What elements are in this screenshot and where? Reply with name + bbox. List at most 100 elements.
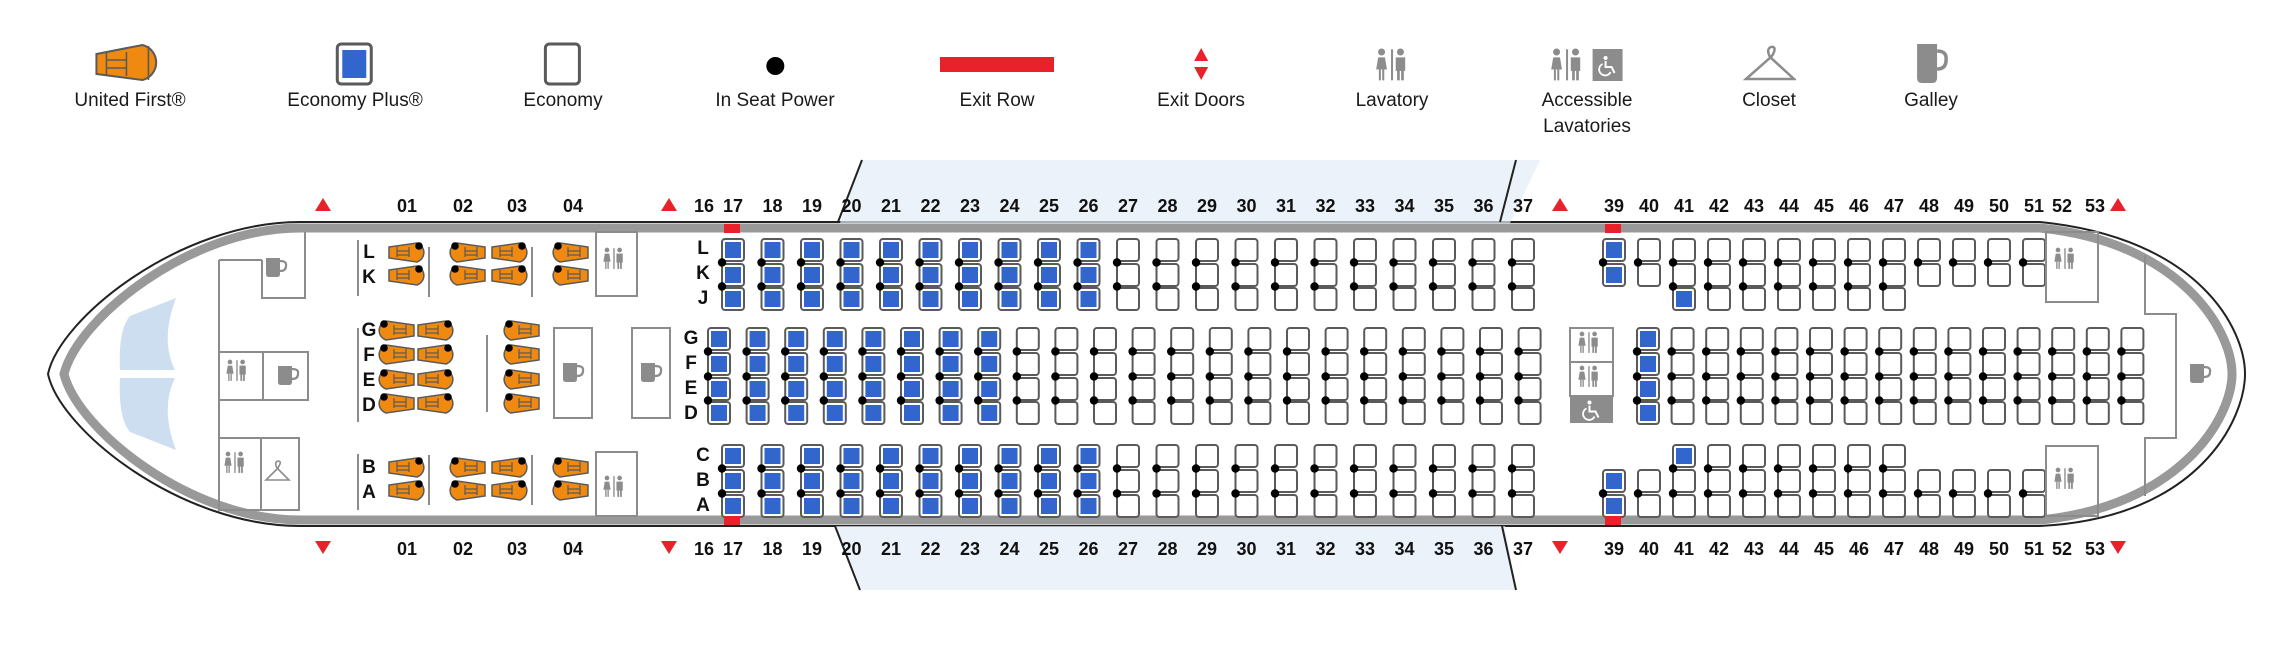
seat-37A[interactable] xyxy=(1511,494,1535,518)
seat-18A[interactable] xyxy=(760,494,785,518)
seat-35A[interactable] xyxy=(1432,494,1456,518)
seat-29C[interactable] xyxy=(1195,444,1219,468)
seat-27A[interactable] xyxy=(1116,494,1140,518)
seat-34G[interactable] xyxy=(1401,327,1426,351)
seat-25C[interactable] xyxy=(1037,444,1061,468)
seat-27E[interactable] xyxy=(1131,377,1156,401)
seat-20F[interactable] xyxy=(861,352,886,376)
seat-24E[interactable] xyxy=(1015,377,1040,401)
seat-34A[interactable] xyxy=(1392,494,1417,518)
seat-40E[interactable] xyxy=(1670,377,1695,401)
seat-53D[interactable] xyxy=(2120,401,2145,425)
seat-26L[interactable] xyxy=(1076,238,1101,262)
seat-26K[interactable] xyxy=(1076,263,1101,287)
seat-23J[interactable] xyxy=(958,287,982,311)
seat-45D[interactable] xyxy=(1843,401,1868,425)
seat-41J[interactable] xyxy=(1672,287,1696,311)
seat-28A[interactable] xyxy=(1155,494,1180,518)
seat-53G[interactable] xyxy=(2120,327,2145,351)
seat-31C[interactable] xyxy=(1274,444,1298,468)
seat-49K[interactable] xyxy=(1952,263,1976,287)
seat-31K[interactable] xyxy=(1274,263,1298,287)
seat-41G[interactable] xyxy=(1705,327,1730,351)
seat-33F[interactable] xyxy=(1363,352,1388,376)
seat-48E[interactable] xyxy=(1947,377,1972,401)
seat-35F[interactable] xyxy=(1440,352,1465,376)
seat-23E[interactable] xyxy=(977,377,1002,401)
seat-32E[interactable] xyxy=(1324,377,1349,401)
seat-29L[interactable] xyxy=(1195,238,1219,262)
seat-17J[interactable] xyxy=(721,287,745,311)
seat-25L[interactable] xyxy=(1037,238,1061,262)
seat-45F[interactable] xyxy=(1843,352,1868,376)
seat-25A[interactable] xyxy=(1037,494,1061,518)
seat-39K[interactable] xyxy=(1602,263,1626,287)
seat-16G[interactable] xyxy=(707,327,731,351)
seat-52D[interactable] xyxy=(2085,401,2110,425)
seat-22G[interactable] xyxy=(938,327,963,351)
seat-50A[interactable] xyxy=(1987,494,2011,518)
seat-31F[interactable] xyxy=(1286,352,1310,376)
seat-31L[interactable] xyxy=(1274,238,1298,262)
seat-32A[interactable] xyxy=(1313,494,1338,518)
seat-27L[interactable] xyxy=(1116,238,1140,262)
seat-36B[interactable] xyxy=(1471,469,1496,493)
seat-32C[interactable] xyxy=(1313,444,1338,468)
seat-50E[interactable] xyxy=(2016,377,2041,401)
seat-30A[interactable] xyxy=(1234,494,1259,518)
seat-44C[interactable] xyxy=(1777,444,1801,468)
seat-49D[interactable] xyxy=(1982,401,2006,425)
seat-25D[interactable] xyxy=(1054,401,1079,425)
seat-52F[interactable] xyxy=(2085,352,2110,376)
seat-26A[interactable] xyxy=(1076,494,1101,518)
seat-49F[interactable] xyxy=(1982,352,2006,376)
seat-42F[interactable] xyxy=(1739,352,1764,376)
seat-50L[interactable] xyxy=(1987,238,2011,262)
seat-22L[interactable] xyxy=(918,238,943,262)
seat-50D[interactable] xyxy=(2016,401,2041,425)
seat-45G[interactable] xyxy=(1843,327,1868,351)
seat-52E[interactable] xyxy=(2085,377,2110,401)
seat-26E[interactable] xyxy=(1093,377,1117,401)
seat-48L[interactable] xyxy=(1917,238,1941,262)
seat-50B[interactable] xyxy=(1987,469,2011,493)
seat-51F[interactable] xyxy=(2051,352,2076,376)
seat-43G[interactable] xyxy=(1774,327,1799,351)
seat-37E[interactable] xyxy=(1517,377,1542,401)
seat-27K[interactable] xyxy=(1116,263,1140,287)
seat-51G[interactable] xyxy=(2051,327,2076,351)
seat-35D[interactable] xyxy=(1440,401,1465,425)
seat-35L[interactable] xyxy=(1432,238,1456,262)
seat-32F[interactable] xyxy=(1324,352,1349,376)
seat-18D[interactable] xyxy=(784,401,809,425)
seat-24A[interactable] xyxy=(997,494,1022,518)
seat-41F[interactable] xyxy=(1705,352,1730,376)
seat-21L[interactable] xyxy=(879,238,903,262)
seat-24K[interactable] xyxy=(997,263,1022,287)
seat-23B[interactable] xyxy=(958,469,982,493)
seat-39F[interactable] xyxy=(1636,352,1660,376)
seat-19L[interactable] xyxy=(800,238,824,262)
seat-30F[interactable] xyxy=(1247,352,1272,376)
seat-17B[interactable] xyxy=(721,469,745,493)
seat-20C[interactable] xyxy=(839,444,864,468)
seat-34E[interactable] xyxy=(1401,377,1426,401)
seat-49A[interactable] xyxy=(1952,494,1976,518)
seat-26J[interactable] xyxy=(1076,287,1101,311)
seat-46E[interactable] xyxy=(1878,377,1903,401)
seat-33G[interactable] xyxy=(1363,327,1388,351)
seat-24G[interactable] xyxy=(1015,327,1040,351)
seat-28K[interactable] xyxy=(1155,263,1180,287)
seat-44J[interactable] xyxy=(1777,287,1801,311)
seat-33L[interactable] xyxy=(1353,238,1377,262)
seat-37F[interactable] xyxy=(1517,352,1542,376)
seat-37K[interactable] xyxy=(1511,263,1535,287)
seat-33C[interactable] xyxy=(1353,444,1377,468)
seat-29G[interactable] xyxy=(1208,327,1233,351)
seat-30J[interactable] xyxy=(1234,287,1259,311)
seat-18C[interactable] xyxy=(760,444,785,468)
seat-25B[interactable] xyxy=(1037,469,1061,493)
seat-28F[interactable] xyxy=(1170,352,1195,376)
seat-40B[interactable] xyxy=(1637,469,1661,493)
seat-48F[interactable] xyxy=(1947,352,1972,376)
